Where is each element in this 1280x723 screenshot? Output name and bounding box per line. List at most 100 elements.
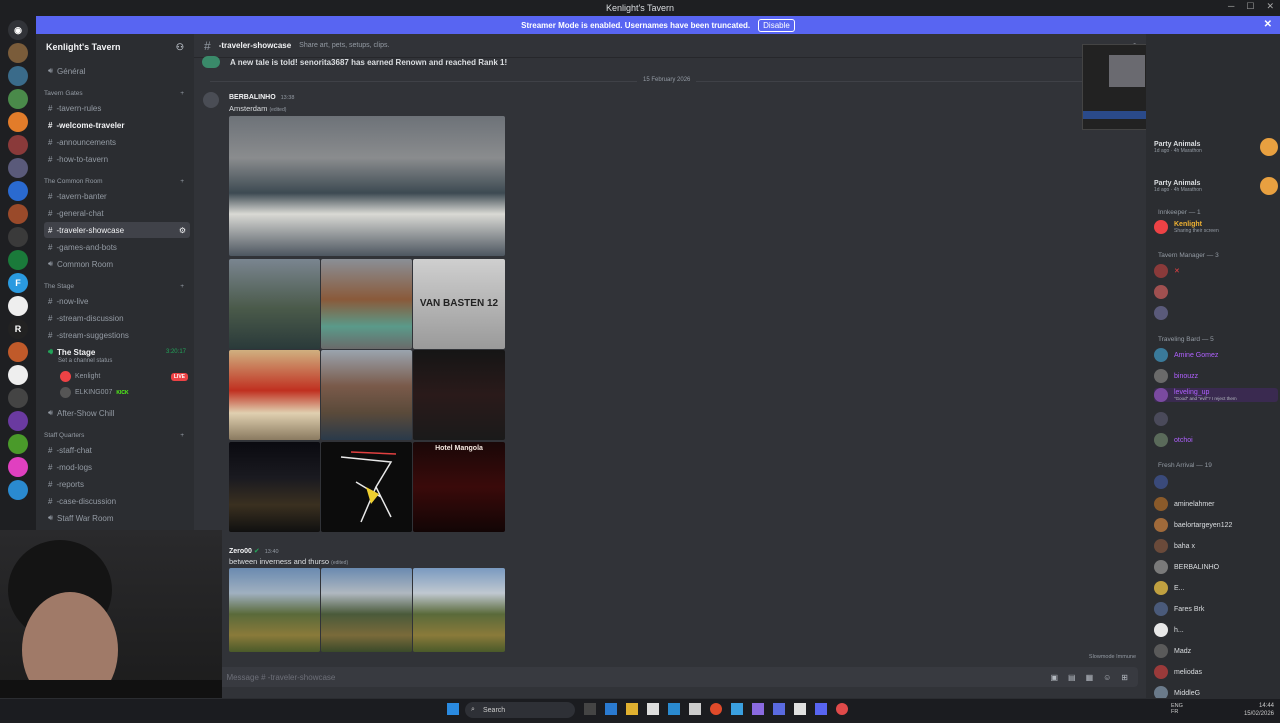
- server-icon[interactable]: [8, 250, 28, 270]
- add-channel-icon[interactable]: +: [180, 283, 184, 290]
- member-item[interactable]: [1154, 306, 1278, 320]
- app-icon[interactable]: [647, 703, 659, 715]
- app-icon[interactable]: [773, 703, 785, 715]
- image-landscape[interactable]: [229, 568, 320, 652]
- member-item[interactable]: Madz: [1154, 644, 1278, 658]
- channel-traveler-showcase[interactable]: # -traveler-showcase ⚙: [44, 222, 190, 238]
- image-night-canal[interactable]: [229, 442, 320, 532]
- member-item[interactable]: leveling_up "Good" and "evil"? I reject t…: [1154, 388, 1278, 402]
- close-window-icon[interactable]: ✕: [1266, 1, 1274, 12]
- channel-mod-logs[interactable]: # -mod-logs: [44, 459, 190, 475]
- message-input[interactable]: Message # -traveler-showcase: [226, 673, 335, 682]
- emoji-icon[interactable]: ☺: [1103, 673, 1111, 682]
- message-author[interactable]: Zero00: [229, 548, 252, 555]
- server-icon[interactable]: [8, 480, 28, 500]
- close-banner-icon[interactable]: ✕: [1264, 19, 1272, 30]
- image-boat[interactable]: [229, 116, 505, 256]
- member-item[interactable]: [1154, 475, 1278, 489]
- add-channel-icon[interactable]: +: [180, 178, 184, 185]
- clock[interactable]: 14:44 15/02/2026: [1244, 702, 1274, 718]
- image-jersey[interactable]: VAN BASTEN 12: [413, 259, 505, 349]
- activity-card[interactable]: Party Animals 1d ago · 4h Marathon: [1154, 177, 1278, 195]
- channel-tavern-rules[interactable]: # -tavern-rules: [44, 100, 190, 116]
- sticker-icon[interactable]: ▦: [1086, 673, 1094, 682]
- app-icon[interactable]: [752, 703, 764, 715]
- language-indicator[interactable]: ENG FR: [1171, 703, 1183, 715]
- image-landscape[interactable]: [321, 568, 412, 652]
- member-item[interactable]: aminelahmer: [1154, 497, 1278, 511]
- server-icon[interactable]: [8, 204, 28, 224]
- image-museum[interactable]: [321, 259, 412, 349]
- server-icon[interactable]: [8, 135, 28, 155]
- channel-common-room[interactable]: 🔊︎ Common Room: [44, 256, 190, 272]
- channel-after-show-chill[interactable]: 🔊︎ After-Show Chill: [44, 405, 190, 421]
- member-item[interactable]: [1154, 412, 1278, 426]
- channel-staff-chat[interactable]: # -staff-chat: [44, 442, 190, 458]
- image-landscape[interactable]: [413, 568, 505, 652]
- app-icon[interactable]: [668, 703, 680, 715]
- channel-announcements[interactable]: # -announcements: [44, 134, 190, 150]
- server-icon[interactable]: [8, 89, 28, 109]
- member-item[interactable]: E...: [1154, 581, 1278, 595]
- server-icon[interactable]: [8, 112, 28, 132]
- category-common-room[interactable]: The Common Room +: [44, 178, 184, 185]
- server-icon[interactable]: [8, 365, 28, 385]
- maximize-icon[interactable]: ☐: [1246, 1, 1254, 12]
- server-icon[interactable]: [8, 227, 28, 247]
- channel-stream-discussion[interactable]: # -stream-discussion: [44, 310, 190, 326]
- category-staff-quarters[interactable]: Staff Quarters +: [44, 432, 184, 439]
- category-tavern-gates[interactable]: Tavern Gates +: [44, 90, 184, 97]
- activity-card[interactable]: Party Animals 1d ago · 4h Marathon: [1154, 138, 1278, 156]
- channel-how-to-tavern[interactable]: # -how-to-tavern: [44, 151, 190, 167]
- app-icon[interactable]: [836, 703, 848, 715]
- avatar[interactable]: [203, 92, 219, 108]
- member-item[interactable]: baha x: [1154, 539, 1278, 553]
- app-icon[interactable]: [605, 703, 617, 715]
- image-neon-art[interactable]: [321, 442, 412, 532]
- server-icon[interactable]: [8, 342, 28, 362]
- member-item[interactable]: meliodas: [1154, 665, 1278, 679]
- message-composer[interactable]: + Message # -traveler-showcase ▣ ▤ ▦ ☺ ⊞: [202, 667, 1138, 687]
- gif-icon[interactable]: ▤: [1068, 673, 1076, 682]
- add-channel-icon[interactable]: +: [180, 432, 184, 439]
- member-item[interactable]: BERBALINHO: [1154, 560, 1278, 574]
- taskbar-search[interactable]: ⌕ Search: [465, 702, 575, 718]
- member-item[interactable]: h...: [1154, 623, 1278, 637]
- voice-user-elking[interactable]: ELKING007 KICK: [60, 387, 129, 398]
- add-user-icon[interactable]: ⚇: [176, 42, 184, 53]
- channel-reports[interactable]: # -reports: [44, 476, 190, 492]
- channel-games-and-bots[interactable]: # -games-and-bots: [44, 239, 190, 255]
- member-item[interactable]: binouzz: [1154, 369, 1278, 383]
- settings-gear-icon[interactable]: ⚙: [179, 226, 190, 235]
- start-icon[interactable]: [447, 703, 459, 715]
- server-icon[interactable]: R: [8, 319, 28, 339]
- app-icon[interactable]: [815, 703, 827, 715]
- server-icon[interactable]: [8, 457, 28, 477]
- app-icon[interactable]: [689, 703, 701, 715]
- disable-streamer-button[interactable]: Disable: [758, 18, 795, 32]
- server-icon[interactable]: [8, 181, 28, 201]
- app-icon[interactable]: [794, 703, 806, 715]
- app-icon[interactable]: [710, 703, 722, 715]
- category-the-stage[interactable]: The Stage +: [44, 283, 184, 290]
- server-header[interactable]: Kenlight's Tavern ⚇: [36, 34, 194, 60]
- image-canal[interactable]: [229, 259, 320, 349]
- dm-home-icon[interactable]: ◉: [8, 20, 28, 40]
- channel-staff-war-room[interactable]: 🔊︎ Staff War Room: [44, 510, 190, 526]
- channel-case-discussion[interactable]: # -case-discussion: [44, 493, 190, 509]
- member-item[interactable]: otchoi: [1154, 433, 1278, 447]
- member-kenlight[interactable]: Kenlight Sharing their screen: [1154, 220, 1278, 234]
- server-icon[interactable]: [8, 158, 28, 178]
- server-icon[interactable]: F: [8, 273, 28, 293]
- channel-welcome-traveler[interactable]: # -welcome-traveler: [44, 117, 190, 133]
- server-icon[interactable]: [8, 43, 28, 63]
- app-icon[interactable]: [584, 703, 596, 715]
- channel-stream-suggestions[interactable]: # -stream-suggestions: [44, 327, 190, 343]
- image-houses[interactable]: [321, 350, 412, 440]
- image-hotel[interactable]: Hotel Mangola: [413, 442, 505, 532]
- server-icon[interactable]: [8, 66, 28, 86]
- member-item[interactable]: Amine Gomez: [1154, 348, 1278, 362]
- image-shop[interactable]: [229, 350, 320, 440]
- app-icon[interactable]: [731, 703, 743, 715]
- server-icon[interactable]: [8, 296, 28, 316]
